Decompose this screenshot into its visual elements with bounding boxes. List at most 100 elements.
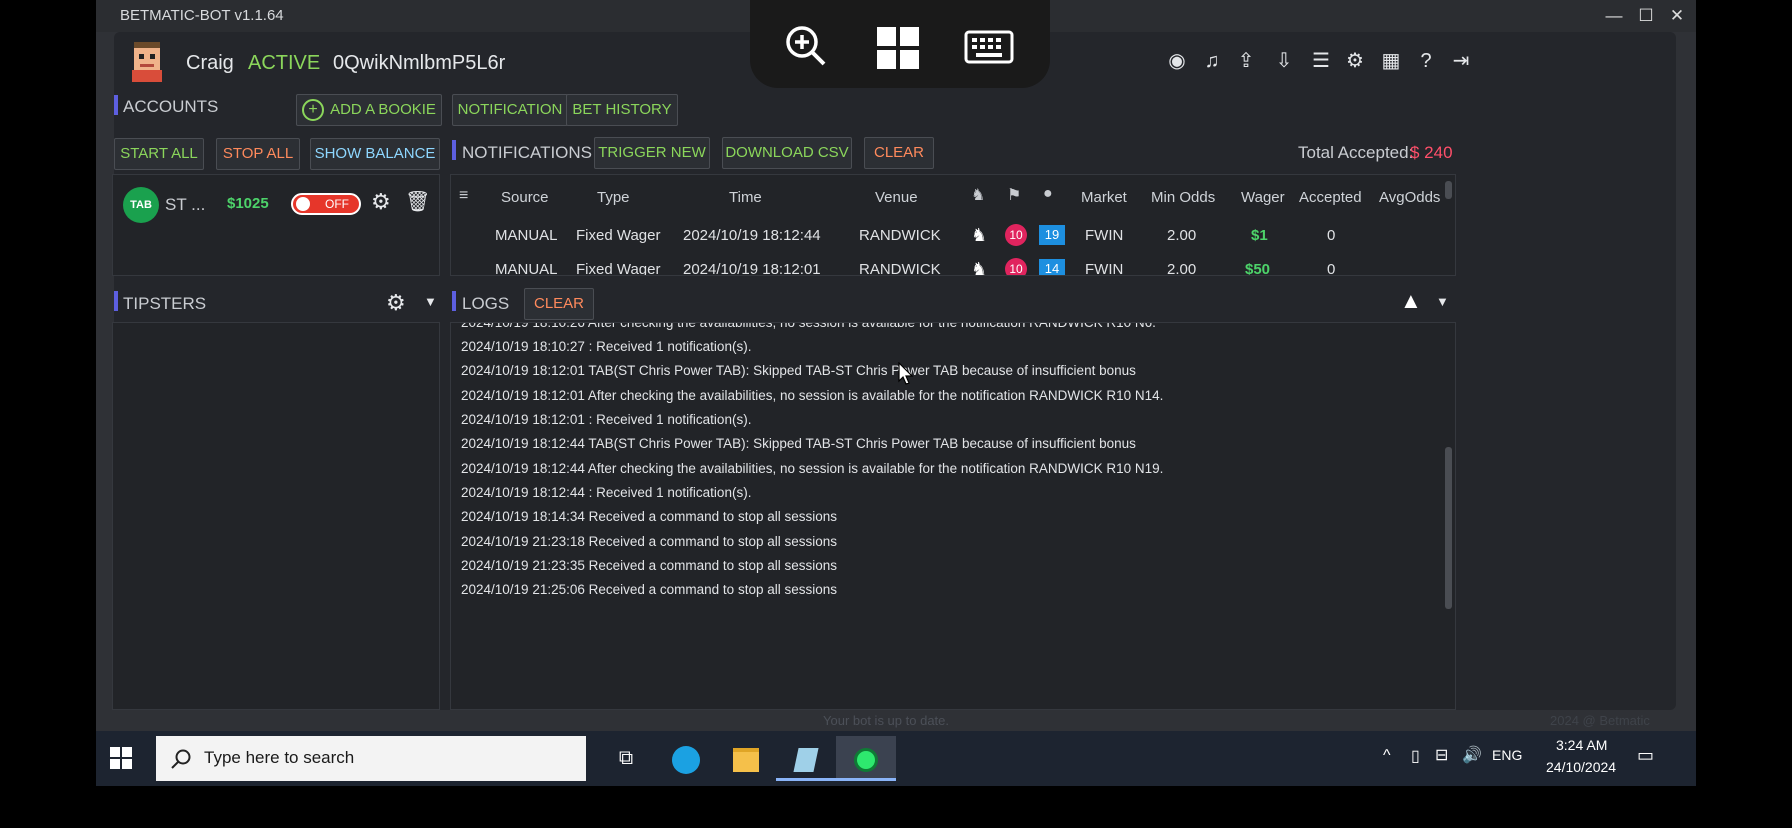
row1-race-badge: 10 [1005, 224, 1027, 246]
clock-date[interactable]: 24/10/2024 [1546, 759, 1616, 775]
eye-icon[interactable]: ◉ [1164, 48, 1190, 74]
row1-venue: RANDWICK [859, 227, 941, 244]
app-icon[interactable] [776, 736, 836, 781]
row1-min-odds: 2.00 [1167, 227, 1197, 244]
tab-bet-history[interactable]: BET HISTORY [566, 94, 678, 126]
col-min-odds[interactable]: Min Odds [1151, 189, 1215, 206]
tray-chevron-up-icon[interactable]: ^ [1383, 747, 1391, 765]
log-line: 2024/10/19 18:14:34 Received a command t… [461, 509, 837, 524]
total-accepted-label: Total Accepted: [1298, 143, 1414, 162]
avatar [128, 40, 166, 82]
minimize-button[interactable]: — [1599, 4, 1629, 28]
headphones-icon[interactable]: ♫ [1199, 48, 1225, 74]
gear-icon[interactable]: ⚙ [1342, 48, 1368, 74]
col-type[interactable]: Type [597, 189, 630, 206]
network-icon[interactable]: ⊟ [1435, 745, 1448, 765]
language-indicator[interactable]: ENG [1492, 747, 1522, 763]
toggle-label: OFF [325, 197, 349, 211]
plus-circle-icon: + [302, 99, 325, 122]
notifications-clear-button[interactable]: CLEAR [864, 137, 934, 169]
stop-all-button[interactable]: STOP ALL [216, 138, 300, 170]
checklist-icon[interactable]: ☰ [1308, 48, 1334, 74]
log-line: 2024/10/19 18:12:01 After checking the a… [461, 388, 1164, 403]
total-accepted-value: $ 240 [1410, 143, 1453, 162]
windows-icon[interactable] [877, 27, 919, 69]
col-source[interactable]: Source [501, 189, 549, 206]
notifications-label: NOTIFICATIONS [462, 143, 593, 162]
maximize-button[interactable]: ☐ [1631, 4, 1661, 28]
col-time[interactable]: Time [729, 189, 762, 206]
add-bookie-label: ADD A BOOKIE [330, 101, 436, 118]
search-icon [171, 749, 191, 769]
trigger-new-button[interactable]: TRIGGER NEW [594, 137, 710, 169]
row2-min-odds: 2.00 [1167, 261, 1197, 276]
window-title: BETMATIC-BOT v1.1.64 [120, 7, 284, 24]
help-icon[interactable]: ? [1413, 48, 1439, 74]
mouse-cursor-icon [898, 362, 914, 385]
file-explorer-icon[interactable] [716, 736, 776, 781]
tipsters-settings-icon[interactable]: ⚙ [386, 290, 406, 316]
row1-source: MANUAL [495, 227, 558, 244]
show-balance-button[interactable]: SHOW BALANCE [310, 138, 440, 170]
log-line: 2024/10/19 21:23:35 Received a command t… [461, 558, 837, 573]
toggle-knob [296, 197, 310, 211]
row2-source: MANUAL [495, 261, 558, 276]
tipsters-chevron-down-icon[interactable]: ▼ [424, 294, 437, 309]
dashboard-icon[interactable]: ▦ [1378, 48, 1404, 74]
zoom-in-icon[interactable] [784, 24, 828, 68]
col-wager[interactable]: Wager [1241, 189, 1285, 206]
start-all-button[interactable]: START ALL [114, 138, 204, 170]
log-line: 2024/10/19 18:12:44 : Received 1 notific… [461, 485, 752, 500]
trash-icon[interactable]: 🗑 [405, 189, 430, 214]
filter-icon[interactable]: ≡ [459, 187, 468, 205]
add-bookie-button[interactable]: + ADD A BOOKIE [296, 94, 442, 126]
logout-icon[interactable]: ⇥ [1448, 48, 1474, 74]
task-view-icon[interactable]: ⧉ [596, 736, 656, 781]
logs-clear-button[interactable]: CLEAR [524, 288, 594, 320]
accounts-accent [114, 95, 118, 115]
log-line: 2024/10/19 18:12:01 : Received 1 notific… [461, 412, 752, 427]
row2-race-badge: 10 [1005, 258, 1027, 275]
upload-icon[interactable]: ⇪ [1233, 48, 1259, 74]
account-toggle[interactable]: OFF [291, 193, 361, 215]
clock-time[interactable]: 3:24 AM [1556, 737, 1607, 753]
volume-icon[interactable]: 🔊 [1462, 745, 1482, 765]
row1-type: Fixed Wager [576, 227, 661, 244]
account-settings-icon[interactable]: ⚙ [371, 189, 391, 215]
col-avg-odds[interactable]: AvgOdds [1379, 189, 1440, 206]
log-line: 2024/10/19 18:12:01 TAB(ST Chris Power T… [461, 363, 1136, 378]
row2-wager: $50 [1245, 261, 1271, 276]
notification-center-icon[interactable]: ▭ [1637, 745, 1654, 766]
edge-icon[interactable] [656, 736, 716, 781]
row1-horse-icon: ♞ [971, 225, 988, 245]
tab-badge: TAB [123, 187, 159, 223]
start-windows-icon[interactable] [110, 747, 132, 769]
log-line: 2024/10/19 21:23:18 Received a command t… [461, 534, 837, 549]
logs-chevron-down-icon[interactable]: ▼ [1436, 294, 1449, 309]
tab-notification[interactable]: NOTIFICATION [452, 94, 568, 126]
close-button[interactable]: ✕ [1662, 4, 1692, 28]
search-placeholder: Type here to search [204, 748, 355, 767]
download-csv-button[interactable]: DOWNLOAD CSV [722, 137, 852, 169]
row2-horse-icon: ♞ [971, 259, 988, 276]
row2-time: 2024/10/19 18:12:01 [683, 261, 821, 276]
row2-number-badge: 14 [1039, 259, 1065, 275]
accounts-label: ACCOUNTS [123, 97, 219, 116]
warning-icon[interactable]: ▲ [1400, 288, 1422, 314]
tipsters-accent [114, 291, 118, 311]
usb-icon[interactable]: ▯ [1411, 746, 1420, 766]
keyboard-icon[interactable] [964, 30, 1014, 64]
row2-market: FWIN [1085, 261, 1124, 276]
taskbar-search[interactable]: Type here to search [156, 736, 586, 781]
betmatic-taskbar-icon[interactable] [836, 736, 896, 781]
download-icon[interactable]: ⇩ [1271, 48, 1297, 74]
col-accepted[interactable]: Accepted [1299, 189, 1362, 206]
logs-label: LOGS [462, 294, 510, 313]
col-market[interactable]: Market [1081, 189, 1127, 206]
table-scrollbar[interactable] [1445, 181, 1452, 199]
log-line: 2024/10/19 21:25:06 Received a command t… [461, 582, 837, 597]
tipsters-label: TIPSTERS [123, 294, 207, 313]
col-venue[interactable]: Venue [875, 189, 918, 206]
notifications-accent [452, 140, 456, 160]
logs-scrollbar[interactable] [1445, 447, 1452, 609]
